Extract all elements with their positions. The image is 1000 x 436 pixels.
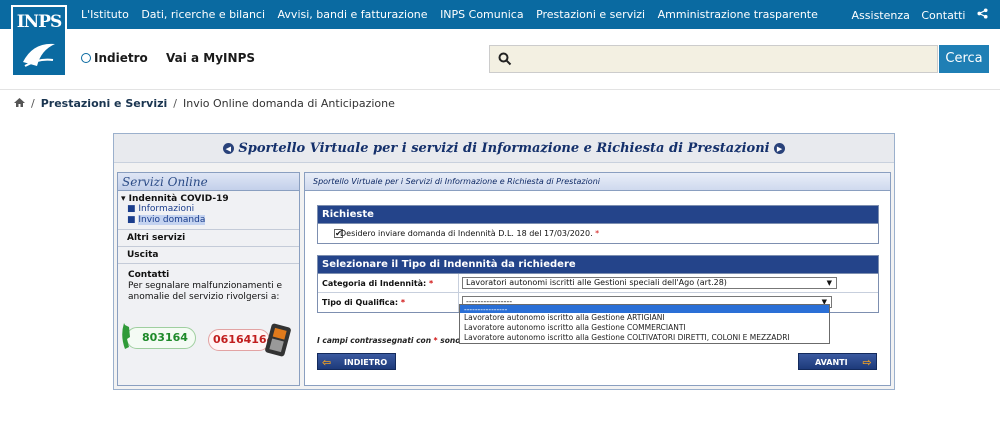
main-content: Sportello Virtuale per i Servizi di Info… [304,172,891,386]
contatti-title: Contatti [128,270,170,280]
avanti-button[interactable]: AVANTI ⇨ [798,353,877,370]
richieste-row: ✔ Desidero inviare domanda di Indennità … [318,224,878,243]
sidebar-item-covid[interactable]: ▾ Indennità COVID-19 [121,194,299,204]
breadcrumb-prestazioni[interactable]: Prestazioni e Servizi [41,97,168,110]
richieste-box: Richieste ✔ Desidero inviare domanda di … [317,205,879,244]
nav-comunica[interactable]: INPS Comunica [440,8,524,21]
required-note: I campi contrassegnati con * sono [317,336,461,345]
breadcrumb: / Prestazioni e Servizi / Invio Online doma… [14,97,395,110]
sidebar-item-informazioni[interactable]: ■ Informazioni [121,204,299,215]
breadcrumb-current: Invio Online domanda di Anticipazione [183,97,395,110]
logo-text: INPS [16,12,63,32]
informazioni-label: Informazioni [138,204,195,214]
dropdown-option[interactable]: Lavoratore autonomo iscritto alla Gestio… [460,313,829,323]
phone-handset-icon [122,323,130,349]
indietro-button[interactable]: ⇦ INDIETRO [317,353,396,370]
sidebar-section-covid: ▾ Indennità COVID-19 ■ Informazioni ■ In… [118,191,299,230]
top-right-links: Assistenza Contatti [844,8,988,22]
qualifica-dropdown: ---------------- Lavoratore autonomo isc… [459,304,830,344]
back-label: Indietro [94,51,148,65]
arrow-left-icon: ⇦ [322,356,332,369]
dropdown-option[interactable]: Lavoratore autonomo iscritto alla Gestio… [460,333,829,343]
nav-dati[interactable]: Dati, ricerche e bilanci [141,8,265,21]
checkbox-label: Desidero inviare domanda di Indennità D.… [340,229,600,238]
main-nav: L'Istituto Dati, ricerche e bilanci Avvi… [81,8,827,21]
contatti-box: Contatti Per segnalare malfunzionamenti … [118,264,299,303]
sidebar-item-altri-servizi[interactable]: Altri servizi [118,230,299,247]
expand-icon: ▾ [121,194,129,204]
sub-bar: Indietro Vai a MyINPS Cerca [0,29,1000,90]
logo-mark-icon [23,43,55,67]
qualifica-label: Tipo di Qualifica: * [322,298,406,307]
richieste-heading: Richieste [318,206,878,224]
bullet-icon: ■ [127,215,139,225]
arrow-right-icon: ⇨ [862,356,872,369]
sidebar: Servizi Online ▾ Indennità COVID-19 ■ In… [117,172,300,386]
back-circle-icon [81,53,91,63]
categoria-select[interactable]: Lavoratori autonomi iscritti alle Gestio… [462,277,837,289]
prev-arrow-icon[interactable]: ◀ [222,143,234,154]
categoria-value: Lavoratori autonomi iscritti alle Gestio… [466,278,727,287]
contatti-link[interactable]: Contatti [921,9,965,22]
sidebar-heading: Servizi Online [118,173,299,191]
home-icon[interactable] [14,97,25,110]
dropdown-option[interactable]: Lavoratore autonomo iscritto alla Gestio… [460,323,829,333]
assistenza-link[interactable]: Assistenza [852,9,910,22]
dropdown-option[interactable]: ---------------- [460,305,829,313]
covid-label: Indennità COVID-19 [128,194,229,204]
share-icon[interactable] [977,8,988,22]
panel-title-text: Sportello Virtuale per i servizi di Info… [238,141,770,156]
myinps-link[interactable]: Vai a MyINPS [166,51,255,65]
categoria-label: Categoria di Indennità: * [322,279,434,288]
search-icon [498,52,512,66]
red-number: 06164164 [208,329,274,351]
avanti-label: AVANTI [815,358,848,367]
mobile-phone-icon [265,323,291,357]
contatti-text: Per segnalare malfunzionamenti e anomali… [128,281,283,302]
nav-prestazioni[interactable]: Prestazioni e servizi [536,8,645,21]
service-panel: ◀ Sportello Virtuale per i servizi di In… [113,133,895,390]
bullet-icon: ■ [127,204,139,214]
nav-avvisi[interactable]: Avvisi, bandi e fatturazione [278,8,428,21]
indietro-label: INDIETRO [344,358,388,367]
chevron-down-icon: ▼ [826,279,832,287]
categoria-row: Categoria di Indennità: * Lavoratori aut… [318,274,878,293]
next-arrow-icon[interactable]: ▶ [774,143,786,154]
sidebar-item-invio-domanda[interactable]: ■ Invio domanda [121,215,299,226]
main-header: Sportello Virtuale per i Servizi di Info… [305,173,890,191]
nav-istituto[interactable]: L'Istituto [81,8,129,21]
inps-logo[interactable]: INPS [11,5,67,77]
panel-title: ◀ Sportello Virtuale per i servizi di In… [114,134,894,163]
search-button[interactable]: Cerca [939,45,989,73]
search-input[interactable] [489,45,938,73]
invio-domanda-label: Invio domanda [138,215,206,225]
sidebar-item-uscita[interactable]: Uscita [118,247,299,264]
tipo-heading: Selezionare il Tipo di Indennità da rich… [318,256,878,274]
back-link[interactable]: Indietro [81,51,148,65]
top-bar: L'Istituto Dati, ricerche e bilanci Avvi… [0,0,1000,29]
nav-amministrazione[interactable]: Amministrazione trasparente [658,8,818,21]
